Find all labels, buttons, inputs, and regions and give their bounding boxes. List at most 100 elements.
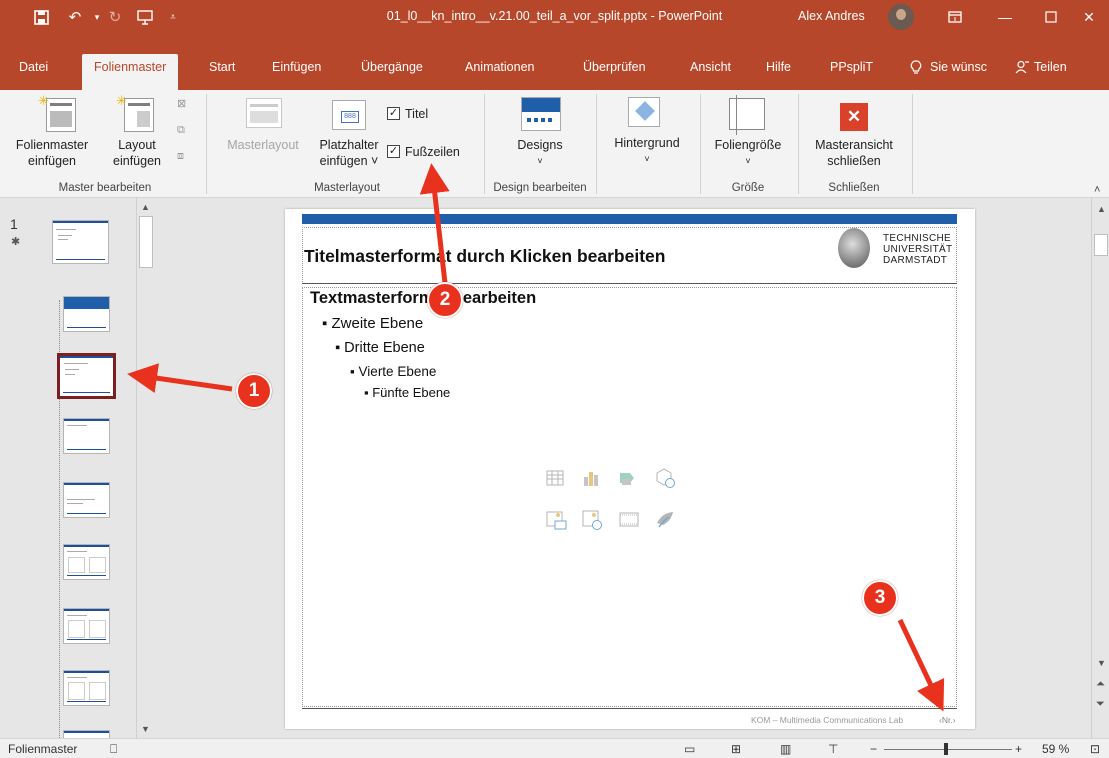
annotation-marker-3: 3 — [862, 580, 898, 616]
insert-online-picture-icon[interactable] — [582, 509, 604, 531]
layout-thumbnail[interactable] — [63, 670, 110, 706]
slide-thumbnail-pane: 1 ✱ ▲ ▼ — [0, 198, 168, 740]
canvas-scrollbar[interactable]: ▲ ▼ ⏶ ⏷ — [1091, 198, 1109, 738]
tab-ueberpruefen[interactable]: Überprüfen — [583, 60, 646, 74]
group-separator — [206, 94, 207, 194]
titel-label[interactable]: Titel — [405, 106, 428, 122]
bullet-level-5[interactable]: ▪ Fünfte Ebene — [364, 385, 450, 400]
group-label-master-bearbeiten: Master bearbeiten — [58, 182, 152, 194]
scroll-down-icon[interactable]: ▼ — [1097, 658, 1106, 668]
masterlayout-button: Masterlayout — [227, 138, 299, 152]
insert-icons-icon[interactable] — [654, 509, 676, 531]
tell-me-search[interactable]: Sie wünsc — [930, 60, 987, 74]
layout-thumbnail-selected[interactable] — [57, 353, 116, 399]
tu-darmstadt-wordmark: TECHNISCHE UNIVERSITÄT DARMSTADT — [883, 233, 953, 266]
fusszeilen-label[interactable]: Fußzeilen — [405, 144, 460, 160]
lightbulb-icon[interactable] — [910, 60, 922, 78]
master-thumbnail[interactable] — [52, 220, 109, 264]
bullet-level-1[interactable]: Textmasterformat bearbeiten — [310, 289, 536, 308]
minimize-icon[interactable]: — — [982, 0, 1028, 34]
normal-view-icon[interactable]: ▭ — [684, 742, 695, 756]
thumbnail-scrollbar[interactable]: ▲ ▼ — [136, 198, 154, 738]
zoom-in-icon[interactable]: + — [1015, 742, 1022, 756]
slide-sorter-icon[interactable]: ⊞ — [731, 742, 741, 756]
scroll-up-icon[interactable]: ▲ — [141, 202, 150, 212]
tab-ansicht[interactable]: Ansicht — [690, 60, 731, 74]
share-person-icon[interactable] — [1015, 60, 1029, 77]
scroll-down-icon[interactable]: ▼ — [141, 724, 150, 734]
insert-table-icon[interactable] — [546, 469, 564, 487]
group-label-masterlayout: Masterlayout — [314, 182, 380, 194]
layout-thumbnail[interactable] — [63, 418, 110, 454]
layout-thumbnail[interactable] — [63, 544, 110, 580]
next-slide-icon[interactable]: ⏷ — [1096, 698, 1105, 711]
scroll-up-icon[interactable]: ▲ — [1097, 204, 1106, 214]
insert-smartart-icon[interactable] — [618, 469, 636, 487]
bullet-level-3[interactable]: ▪ Dritte Ebene — [335, 340, 425, 356]
ribbon-tabs: Datei Folienmaster Start Einfügen Übergä… — [0, 34, 1109, 90]
previous-slide-icon[interactable]: ⏶ — [1096, 678, 1105, 691]
delete-slide-icon[interactable]: ⊠ — [177, 97, 186, 110]
close-icon[interactable]: ✕ — [1066, 0, 1109, 34]
zoom-level[interactable]: 59 % — [1042, 742, 1069, 756]
title-bar: ↶ ▾ ↻ ⩡ 01_l0__kn_intro__v.21.00_teil_a_… — [0, 0, 1109, 34]
insert-3d-model-icon[interactable] — [654, 467, 676, 489]
slide-number-placeholder[interactable]: ‹Nr.› — [939, 715, 956, 725]
fusszeilen-checkbox[interactable]: ✓ — [387, 145, 400, 158]
bullet-level-4[interactable]: ▪ Vierte Ebene — [350, 364, 436, 379]
slide-size-button[interactable]: Foliengröße ˅ — [702, 137, 794, 169]
tab-datei[interactable]: Datei — [19, 60, 48, 74]
insert-video-icon[interactable] — [618, 509, 640, 531]
annotation-marker-1: 1 — [236, 373, 272, 409]
tab-hilfe[interactable]: Hilfe — [766, 60, 791, 74]
footer-text[interactable]: KOM – Multimedia Communications Lab — [751, 715, 903, 725]
tab-ppsplit[interactable]: PPspliT — [830, 60, 873, 74]
accessibility-icon[interactable]: ⎕ — [110, 742, 117, 757]
ribbon: ✳ Folienmaster einfügen ✳ Layout einfüge… — [0, 90, 1109, 198]
group-separator — [596, 94, 597, 194]
fit-to-window-icon[interactable]: ⊡ — [1090, 742, 1100, 756]
group-separator — [912, 94, 913, 194]
tab-uebergaenge[interactable]: Übergänge — [361, 60, 423, 74]
ribbon-display-icon[interactable] — [932, 0, 978, 34]
insert-master-button[interactable]: Folienmaster einfügen — [4, 137, 100, 169]
collapse-ribbon-icon[interactable]: ˄ — [1094, 184, 1100, 196]
tab-folienmaster[interactable]: Folienmaster — [82, 54, 179, 90]
insert-picture-icon[interactable] — [546, 509, 568, 531]
tab-start[interactable]: Start — [209, 60, 235, 74]
layout-thumbnail[interactable] — [63, 608, 110, 644]
user-name[interactable]: Alex Andres — [798, 9, 865, 23]
insert-layout-button[interactable]: Layout einfügen — [104, 137, 170, 169]
avatar[interactable] — [888, 4, 914, 30]
layout-thumbnail[interactable] — [63, 482, 110, 518]
background-icon — [628, 97, 660, 127]
reading-view-icon[interactable]: ▥ — [780, 742, 791, 756]
background-button[interactable]: Hintergrund ˅ — [598, 135, 696, 167]
masterlayout-icon — [246, 98, 282, 128]
tab-einfuegen[interactable]: Einfügen — [272, 60, 321, 74]
scrollbar-thumb[interactable] — [139, 216, 153, 268]
slide-header-band — [302, 214, 957, 224]
tab-teilen[interactable]: Teilen — [1034, 60, 1067, 74]
zoom-slider-handle[interactable] — [944, 743, 948, 755]
zoom-slider[interactable] — [884, 749, 1012, 750]
scrollbar-thumb[interactable] — [1094, 234, 1108, 256]
tab-animationen[interactable]: Animationen — [465, 60, 535, 74]
layout-thumbnail[interactable] — [63, 296, 110, 332]
bullet-level-2[interactable]: ▪ Zweite Ebene — [322, 315, 423, 332]
group-separator — [484, 94, 485, 194]
titel-checkbox[interactable]: ✓ — [387, 107, 400, 120]
slide-master[interactable]: Titelmasterformat durch Klicken bearbeit… — [285, 209, 975, 729]
designs-button[interactable]: Designs ˅ — [500, 137, 580, 169]
insert-placeholder-button[interactable]: Platzhalter einfügen ˅ — [310, 137, 388, 169]
group-separator — [798, 94, 799, 194]
zoom-out-icon[interactable]: − — [870, 742, 877, 756]
group-separator — [700, 94, 701, 194]
preserve-icon[interactable]: ⧈ — [177, 150, 184, 163]
close-master-view-button[interactable]: Masteransicht schließen — [800, 137, 908, 169]
slide-title[interactable]: Titelmasterformat durch Klicken bearbeit… — [304, 246, 665, 267]
rename-icon[interactable]: ⧉ — [177, 124, 185, 137]
slideshow-icon[interactable]: ⊤ — [828, 742, 838, 756]
annotation-marker-2: 2 — [427, 282, 463, 318]
insert-chart-icon[interactable] — [582, 469, 600, 487]
